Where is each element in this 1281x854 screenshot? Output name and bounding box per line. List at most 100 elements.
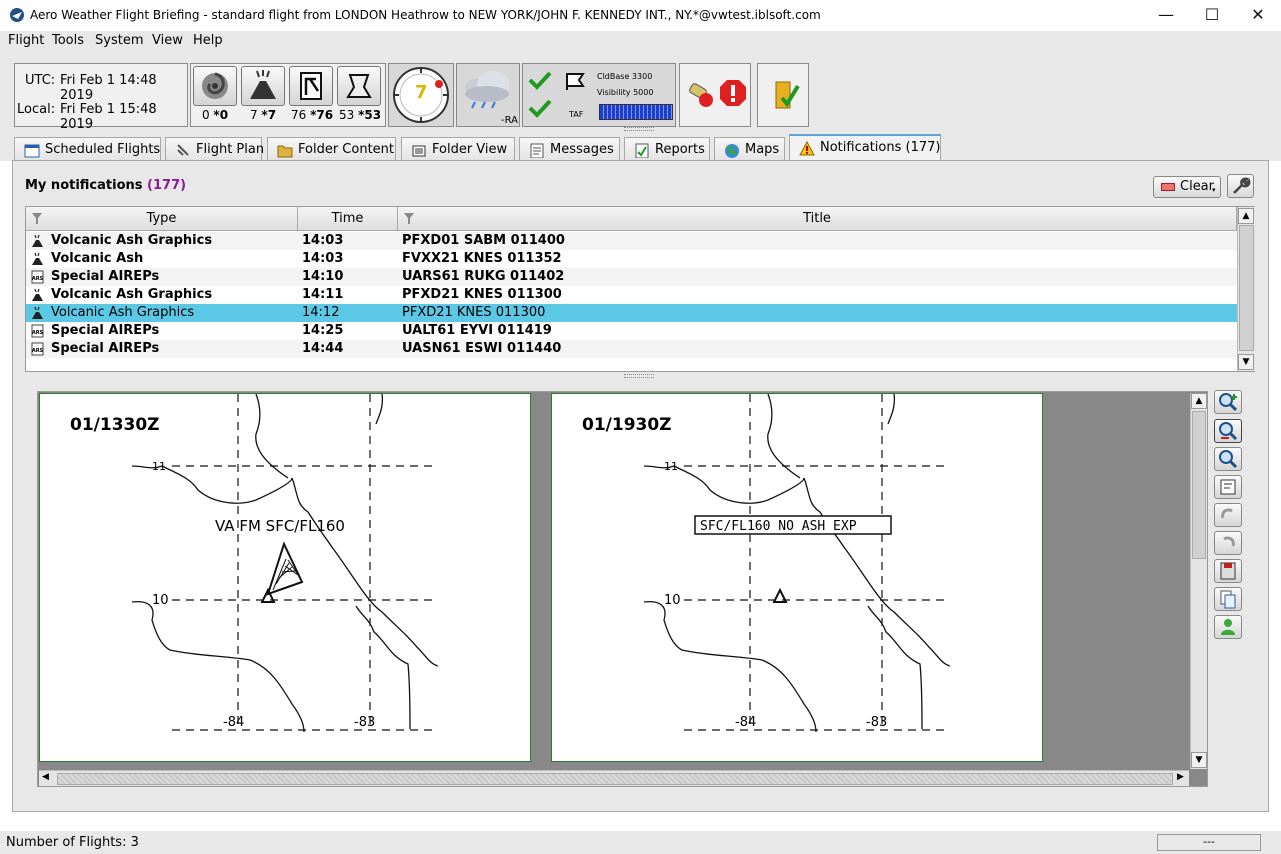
splitter-grip[interactable] xyxy=(624,374,654,378)
row-type: Special AIREPs xyxy=(51,323,160,338)
latitude-label: 11 xyxy=(152,460,166,473)
scroll-thumb[interactable] xyxy=(57,773,1173,785)
filter-icon[interactable] xyxy=(403,212,415,225)
ash-chart-canvas: 01/1930Z 11 10 -84 -83 SFC/FL160 NO ASH EXP xyxy=(582,393,951,733)
scroll-right-arrow[interactable]: ▶ xyxy=(1177,772,1184,782)
scroll-up-arrow[interactable]: ▲ xyxy=(1238,208,1254,224)
table-scrollbar[interactable]: ▲ ▼ xyxy=(1237,207,1255,371)
save-image-button[interactable] xyxy=(1214,559,1242,583)
table-row[interactable]: ARS Special AIREPs 14:44 UASN61 ESWI 011440 xyxy=(26,340,1237,358)
fit-page-button[interactable] xyxy=(1214,475,1242,499)
zoom-out-button[interactable] xyxy=(1214,419,1242,443)
column-label: Type xyxy=(146,211,177,226)
reports-icon xyxy=(635,143,649,158)
visibility-bar xyxy=(599,104,673,120)
copy-icon xyxy=(1220,590,1236,609)
table-row[interactable]: ARS Special AIREPs 14:25 UALT61 EYVI 011419 xyxy=(26,322,1237,340)
tab-scheduled-flights[interactable]: Scheduled Flights xyxy=(14,137,161,161)
menu-help[interactable]: Help xyxy=(193,33,223,48)
menu-system[interactable]: System xyxy=(95,33,143,48)
svg-text:ARS: ARS xyxy=(32,276,44,282)
zoom-in-button[interactable] xyxy=(1214,390,1242,414)
row-title: FVXX21 KNES 011352 xyxy=(402,251,562,266)
cyclone-count: 0 *0 xyxy=(201,108,229,122)
tab-flight-plan[interactable]: Flight Plan xyxy=(165,137,264,161)
close-button[interactable]: ✕ xyxy=(1235,0,1281,31)
menu-flight[interactable]: Flight xyxy=(8,33,44,48)
coastline xyxy=(767,393,801,479)
volcano-icon xyxy=(32,288,43,301)
ash-extent-label: VA FM SFC/FL160 xyxy=(215,517,345,535)
viewer-hscrollbar[interactable]: ◀ ▶ xyxy=(39,770,1189,786)
tab-reports[interactable]: Reports xyxy=(624,137,710,161)
maximize-button[interactable]: ☐ xyxy=(1189,0,1235,31)
settings-button[interactable] xyxy=(1227,174,1254,198)
scroll-up-arrow[interactable]: ▲ xyxy=(1191,393,1207,409)
clear-button[interactable]: Clear ▾ xyxy=(1153,176,1221,198)
scroll-thumb[interactable] xyxy=(1192,411,1206,559)
status-indicator: --- xyxy=(1157,834,1261,851)
rotate-left-button[interactable] xyxy=(1214,503,1242,527)
tab-folder-view[interactable]: Folder View xyxy=(401,137,515,161)
table-row[interactable]: Volcanic Ash 14:03 FVXX21 KNES 011352 xyxy=(26,250,1237,268)
taf-panel[interactable]: CldBase 3300 Visibility 5000 TAF xyxy=(522,63,676,127)
check-icon xyxy=(528,71,552,90)
table-row[interactable]: Volcanic Ash Graphics 14:12 PFXD21 KNES 01… xyxy=(26,304,1237,322)
warning-icon xyxy=(799,141,815,156)
save-icon xyxy=(1220,562,1236,580)
minimize-button[interactable]: — xyxy=(1143,0,1189,31)
tab-messages[interactable]: Messages xyxy=(519,137,620,161)
route-button[interactable] xyxy=(289,66,333,106)
ash-chart-canvas: 01/1330Z 11 10 -84 -83 VA FM SFC/FL160 xyxy=(70,393,439,733)
tab-bar: Scheduled Flights Flight Plan Folder Con… xyxy=(0,133,1281,162)
rotate-right-icon xyxy=(1223,536,1235,547)
column-header-type[interactable]: Type xyxy=(26,207,298,231)
coastline xyxy=(355,605,411,730)
tab-label: Reports xyxy=(655,142,705,157)
ash-chart-1930z: 01/1930Z 11 10 -84 -83 SFC/FL160 NO ASH EXP xyxy=(551,393,1043,762)
tropical-cyclone-button[interactable] xyxy=(193,66,237,106)
toolbar-grip[interactable] xyxy=(624,127,654,131)
scroll-down-arrow[interactable]: ▼ xyxy=(1191,752,1207,768)
wind-gauge[interactable]: 7 xyxy=(388,63,454,127)
tab-label: Notifications (177) xyxy=(820,140,941,155)
tab-maps[interactable]: Maps xyxy=(714,137,785,161)
row-type: Special AIREPs xyxy=(51,269,160,284)
weather-panel[interactable]: -RA xyxy=(456,63,520,127)
column-header-title[interactable]: Title xyxy=(398,207,1237,231)
column-header-time[interactable]: Time xyxy=(298,207,398,231)
row-type: Volcanic Ash Graphics xyxy=(51,233,213,248)
ash-chart-1330z: 01/1330Z 11 10 -84 -83 VA FM SFC/FL160 xyxy=(39,393,531,762)
rotate-right-button[interactable] xyxy=(1214,531,1242,555)
confirm-panel[interactable] xyxy=(757,63,809,127)
zoom-fit-button[interactable] xyxy=(1214,447,1242,471)
coastline xyxy=(255,393,289,479)
volcano-button[interactable] xyxy=(241,66,285,106)
share-button[interactable] xyxy=(1214,615,1242,639)
copy-image-button[interactable] xyxy=(1214,587,1242,611)
menu-tools[interactable]: Tools xyxy=(52,33,84,48)
globe-icon xyxy=(725,144,739,158)
ash-extent-label: SFC/FL160 NO ASH EXP xyxy=(700,519,857,534)
visibility-readout: Visibility 5000 xyxy=(597,88,654,97)
tab-folder-content[interactable]: Folder Content xyxy=(267,137,396,161)
tab-notifications[interactable]: Notifications (177) xyxy=(789,134,941,162)
alerts-panel[interactable] xyxy=(679,63,751,127)
filter-icon[interactable] xyxy=(31,212,43,225)
fit-page-icon xyxy=(1220,479,1236,495)
airep-icon: ARS xyxy=(31,324,44,338)
scroll-thumb[interactable] xyxy=(1239,225,1254,351)
hazard-counters: 0 *0 7 *7 76 *76 53 *53 xyxy=(190,63,386,127)
clear-label: Clear xyxy=(1180,179,1214,194)
table-row[interactable]: Volcanic Ash Graphics 14:03 PFXD01 SABM 01… xyxy=(26,232,1237,250)
viewer-vscrollbar[interactable]: ▲ ▼ xyxy=(1190,393,1207,769)
table-row[interactable]: Volcanic Ash Graphics 14:11 PFXD21 KNES 01… xyxy=(26,286,1237,304)
local-time: Fri Feb 1 15:48 2019 xyxy=(60,102,157,132)
scroll-left-arrow[interactable]: ◀ xyxy=(42,772,49,782)
airport-button[interactable] xyxy=(337,66,381,106)
status-toolbar: UTC: Fri Feb 1 14:48 2019 Local: Fri Feb… xyxy=(0,55,1281,133)
table-row[interactable]: ARS Special AIREPs 14:10 UARS61 RUKG 011402 xyxy=(26,268,1237,286)
scroll-down-arrow[interactable]: ▼ xyxy=(1238,354,1254,370)
menu-view[interactable]: View xyxy=(152,33,183,48)
status-bar: Number of Flights: 3 --- xyxy=(0,831,1281,854)
